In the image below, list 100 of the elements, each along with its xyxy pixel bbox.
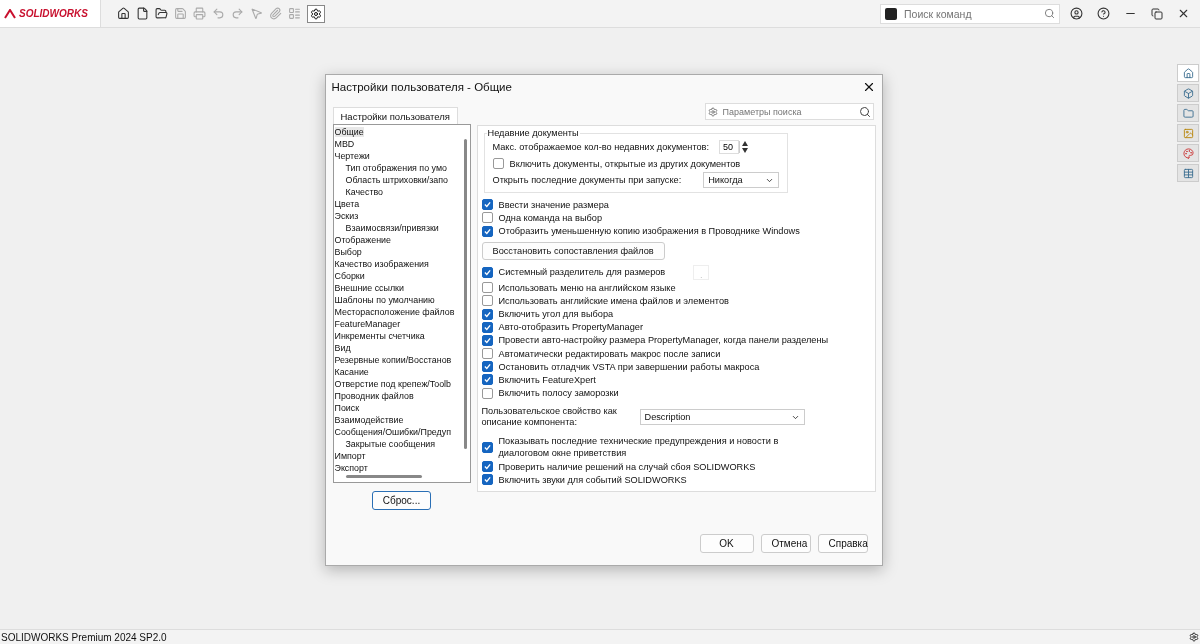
- close-icon[interactable]: [1177, 7, 1190, 20]
- tree-item[interactable]: Касание: [334, 367, 369, 377]
- search-icon[interactable]: [858, 105, 871, 118]
- app-logo[interactable]: SOLIDWORKS: [0, 0, 101, 27]
- options-search-input[interactable]: Параметры поиска: [720, 105, 856, 118]
- option-label: Одна команда на выбор: [498, 212, 602, 223]
- open-folder-icon[interactable]: [154, 7, 168, 20]
- settings-button[interactable]: [306, 4, 325, 23]
- tree-item[interactable]: Отверстие под крепеж/Toolb: [334, 379, 452, 389]
- tree-item[interactable]: Внешние ссылки: [334, 283, 404, 293]
- tree-item[interactable]: Область штриховки/запо: [345, 175, 448, 185]
- box-icon[interactable]: [1177, 84, 1199, 102]
- tree-item[interactable]: FeatureManager: [334, 319, 401, 329]
- group-title: Недавние документы: [486, 128, 580, 138]
- option-label: Макс. отображаемое кол-во недавних документов:: [492, 142, 710, 152]
- tree-item[interactable]: Сборки: [334, 271, 365, 281]
- restore-button[interactable]: Восстановить сопоставления файлов: [481, 241, 665, 260]
- checkbox[interactable]: [481, 225, 493, 237]
- option-label: Включить документы, открытые из других документов: [509, 158, 741, 169]
- tree-item[interactable]: Месторасположение файлов: [334, 307, 455, 317]
- help-icon[interactable]: [1097, 7, 1110, 20]
- checkbox[interactable]: [481, 266, 493, 278]
- palette-icon[interactable]: [1177, 144, 1199, 162]
- tree-item[interactable]: Поиск: [334, 403, 360, 413]
- checkbox[interactable]: [481, 334, 493, 346]
- tree-item[interactable]: Общие: [334, 127, 364, 137]
- checkbox[interactable]: [481, 212, 493, 224]
- tree-item[interactable]: Импорт: [334, 451, 366, 461]
- tree-item[interactable]: Шаблоны по умолчанию: [334, 295, 435, 305]
- user-icon[interactable]: [1070, 7, 1083, 20]
- tree-item[interactable]: Закрытые сообщения: [345, 439, 436, 449]
- settings-tab[interactable]: Настройки пользователя: [332, 107, 458, 125]
- command-search-input[interactable]: Поиск команд: [902, 6, 1039, 21]
- dialog-button[interactable]: Отмена: [760, 533, 811, 553]
- tree-item[interactable]: Качество изображения: [334, 259, 429, 269]
- checkbox[interactable]: [481, 321, 493, 333]
- up-arrow-icon[interactable]: [742, 141, 749, 146]
- checkbox[interactable]: [481, 361, 493, 373]
- options-search-field[interactable]: Параметры поиска: [704, 103, 874, 120]
- option-label: Авто-отобразить PropertyManager: [498, 322, 643, 333]
- tree-item[interactable]: Взаимосвязи/привязки: [345, 223, 439, 233]
- paperclip-icon[interactable]: [268, 7, 282, 20]
- tree-item[interactable]: Выбор: [334, 247, 362, 257]
- option-label: Ввести значение размера: [498, 199, 609, 210]
- description-dropdown[interactable]: Description: [639, 409, 805, 426]
- dialog-title: Настройки пользователя - Общие: [331, 81, 512, 93]
- checkbox[interactable]: [481, 461, 493, 473]
- scrollbar[interactable]: [345, 475, 422, 478]
- tree-item[interactable]: Чертежи: [334, 151, 370, 161]
- option-label: Включить FeatureXpert: [498, 374, 596, 385]
- checkbox[interactable]: [492, 158, 504, 169]
- option-label: Использовать английские имена файлов и элементов: [498, 295, 729, 306]
- startup-dropdown[interactable]: Никогда: [703, 172, 780, 188]
- search-icon[interactable]: [1044, 8, 1055, 19]
- count-input[interactable]: 50: [719, 140, 740, 154]
- command-search-field[interactable]: Поиск команд: [880, 3, 1060, 24]
- tree-item[interactable]: Проводник файлов: [334, 391, 414, 401]
- checkbox[interactable]: [481, 308, 493, 320]
- down-arrow-icon[interactable]: [742, 148, 749, 153]
- reset-button[interactable]: Сброс...: [371, 491, 432, 510]
- new-file-icon[interactable]: [135, 7, 149, 20]
- option-label: Включить угол для выбора: [498, 309, 614, 319]
- checkbox[interactable]: [481, 374, 493, 386]
- checkbox[interactable]: [481, 442, 493, 453]
- checkbox[interactable]: [481, 348, 493, 360]
- option-label: Открыть последние документы при запуске:: [492, 175, 682, 185]
- table-icon[interactable]: [1177, 164, 1199, 182]
- tree-item[interactable]: Сообщения/Ошибки/Предуп: [334, 427, 451, 437]
- tree-item[interactable]: Цвета: [334, 199, 360, 209]
- tree-item[interactable]: Эскиз: [334, 211, 359, 221]
- terminal-icon: [885, 7, 897, 20]
- option-label: Включить полосу заморозки: [498, 388, 619, 399]
- home-icon[interactable]: [116, 7, 130, 20]
- option-label: Провести авто-настройку размера PropertyManager, когда панели разделены: [498, 335, 829, 346]
- tree-item[interactable]: Взаимодействие: [334, 415, 404, 425]
- restore-icon[interactable]: [1151, 7, 1163, 20]
- checkbox[interactable]: [481, 199, 493, 211]
- checkbox[interactable]: [481, 474, 493, 486]
- option-label: Отобразить уменьшенную копию изображения в Проводнике Windows: [498, 226, 800, 237]
- checkbox[interactable]: [481, 387, 493, 399]
- gear-icon[interactable]: [1189, 632, 1199, 642]
- tree-item[interactable]: Тип отображения по умо: [345, 163, 447, 173]
- checkbox[interactable]: [481, 295, 493, 307]
- tree-item[interactable]: Инкременты счетчика: [334, 331, 425, 341]
- option-label: Включить звуки для событий SOLIDWORKS: [498, 474, 687, 485]
- tree-item[interactable]: Отображение: [334, 235, 391, 245]
- checkbox[interactable]: [481, 282, 493, 294]
- tree-item[interactable]: MBD: [334, 139, 355, 149]
- option-label: Системный разделитель для размеров: [498, 267, 666, 278]
- tree-item[interactable]: Качество: [345, 187, 384, 197]
- status-text: SOLIDWORKS Premium 2024 SP2.0: [1, 631, 167, 643]
- scrollbar[interactable]: [463, 139, 467, 449]
- dialog-button[interactable]: Справка: [817, 533, 868, 553]
- tree-item[interactable]: Резервные копии/Восстанов: [334, 355, 452, 365]
- tree-item[interactable]: Вид: [334, 343, 351, 353]
- dialog-button[interactable]: OK: [699, 533, 754, 553]
- option-label: Проверить наличие решений на случай сбоя SOLIDWORKS: [498, 461, 756, 472]
- option-label: Остановить отладчик VSTA при завершении работы макроса: [498, 361, 760, 372]
- option-label: Пользовательское свойство как описание компонента:: [481, 405, 618, 429]
- tree-item[interactable]: Экспорт: [334, 463, 368, 473]
